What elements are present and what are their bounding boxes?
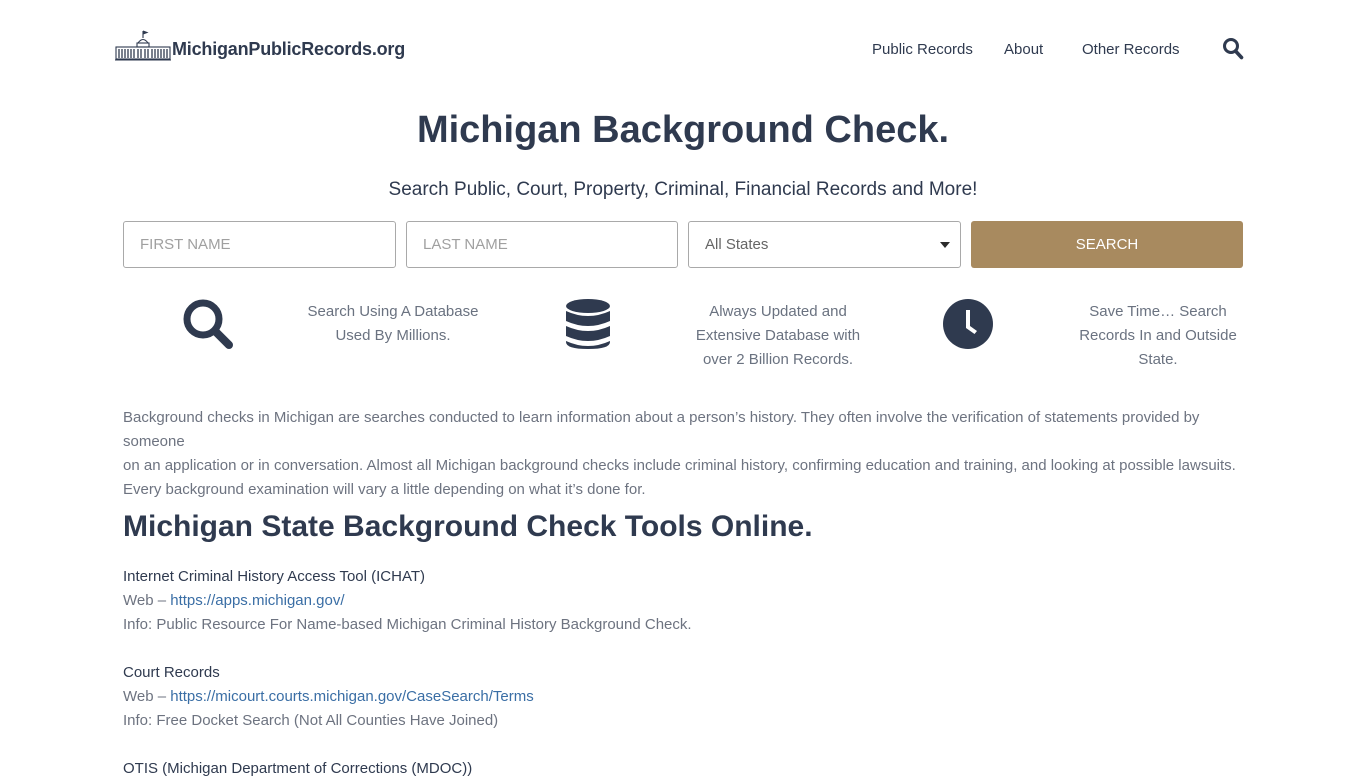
resource-ichat: Internet Criminal History Access Tool (I…: [123, 565, 1023, 637]
feature-text-updated: Always Updated and Extensive Database wi…: [695, 303, 861, 368]
site-header: MichiganPublicRecords.org Public Records…: [0, 0, 1366, 100]
resource-name: OTIS (Michigan Department of Corrections…: [123, 760, 473, 777]
resource-info: Info: Public Resource For Name-based Mic…: [123, 616, 692, 633]
search-button[interactable]: SEARCH: [971, 221, 1243, 268]
feature-text-save-time: Save Time… Search Records In and Outside…: [1079, 303, 1237, 368]
nav-other-records[interactable]: Other Records: [1082, 40, 1180, 60]
page-subtitle: Search Public, Court, Property, Criminal…: [388, 179, 978, 200]
capitol-building-icon: [115, 30, 171, 61]
resource-link[interactable]: https://apps.michigan.gov/: [170, 592, 344, 609]
caret-down-icon: [940, 242, 950, 248]
intro-paragraph: Background checks in Michigan are search…: [123, 409, 1236, 498]
nav-about[interactable]: About: [1004, 40, 1043, 60]
clock-icon: [943, 299, 993, 349]
resource-name: Court Records: [123, 664, 220, 681]
search-icon[interactable]: [1222, 37, 1244, 61]
resource-link[interactable]: https://micourt.courts.michigan.gov/Case…: [170, 688, 533, 705]
resource-court-records: Court Records Web – https://micourt.cour…: [123, 661, 1023, 733]
page-title: Michigan Background Check.: [416, 109, 950, 151]
state-select[interactable]: All States: [688, 221, 961, 268]
nav-public-records[interactable]: Public Records: [872, 40, 973, 60]
state-select-value: All States: [705, 236, 769, 253]
last-name-input[interactable]: [406, 221, 678, 268]
resource-otis: OTIS (Michigan Department of Corrections…: [123, 757, 1023, 781]
resource-name: Internet Criminal History Access Tool (I…: [123, 568, 426, 585]
resource-web-line: Web – https://micourt.courts.michigan.go…: [123, 688, 534, 705]
search-form: All States SEARCH: [123, 221, 1243, 268]
first-name-input[interactable]: [123, 221, 396, 268]
resource-web-line: Web – https://apps.michigan.gov/: [123, 592, 345, 609]
database-icon: [566, 299, 610, 349]
search-icon: [183, 299, 233, 349]
section-title: Michigan State Background Check Tools On…: [123, 510, 813, 543]
feature-text-database: Search Using A Database Used By Millions…: [307, 303, 479, 344]
site-logo[interactable]: MichiganPublicRecords.org: [114, 30, 405, 62]
logo-text: MichiganPublicRecords.org: [172, 39, 406, 59]
resource-info: Info: Free Docket Search (Not All Counti…: [123, 712, 499, 729]
